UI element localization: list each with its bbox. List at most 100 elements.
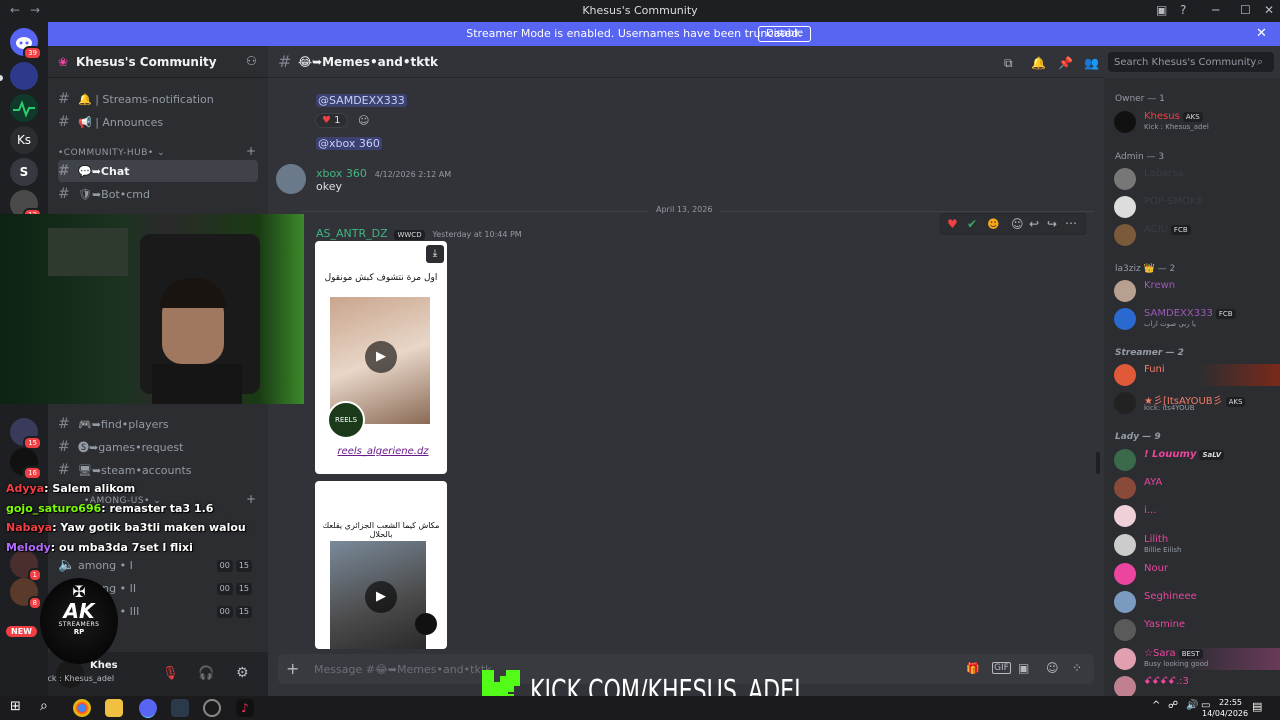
laugh-icon[interactable]: ☻ [987, 217, 1000, 231]
threads-icon[interactable]: ⧉ [1004, 56, 1013, 71]
new-badge[interactable]: NEW [6, 626, 37, 637]
server-icon[interactable]: 8 [10, 578, 42, 610]
member-item[interactable]: ꗃꗃꗃꗃ.:3 [1114, 676, 1280, 696]
headset-icon[interactable]: 🎧 [198, 666, 214, 681]
add-reaction-icon[interactable]: ☺ [1011, 217, 1024, 231]
member-status: Billie Eilish [1144, 546, 1182, 554]
member-item[interactable]: SAMDEXX333 FCB يا ربي صوت اراب [1114, 308, 1280, 330]
forward-icon[interactable]: ↪ [1047, 217, 1057, 231]
member-item[interactable]: ACIU FCB [1114, 224, 1280, 246]
channel-announces[interactable]: # 📢 | Announces [58, 111, 258, 133]
volume-icon[interactable]: 🔊 [1186, 700, 1198, 711]
scrollbar-thumb[interactable] [1096, 452, 1100, 474]
reaction-heart[interactable]: ♥ 1 [315, 113, 348, 128]
member-item[interactable]: ! Louumy SaLV [1114, 449, 1280, 471]
help-icon[interactable]: ? [1180, 3, 1186, 17]
file-explorer-icon[interactable] [105, 699, 123, 717]
mention[interactable]: @SAMDEXX333 [316, 93, 407, 107]
gift-icon[interactable]: 🎁 [966, 662, 980, 675]
member-item[interactable]: POP-SMOKE [1114, 196, 1280, 218]
search-input[interactable] [1108, 52, 1274, 72]
reply-icon[interactable]: ↩ [1029, 217, 1039, 231]
bell-icon[interactable]: 🔔 [1031, 56, 1046, 70]
category-community-hub[interactable]: •COMMUNITY-HUB• ⌄ [58, 148, 165, 158]
member-item[interactable]: Khesus AKS Kick : Khesus_adel [1114, 111, 1280, 133]
server-icon[interactable] [10, 62, 38, 90]
member-item[interactable]: Seghineee [1114, 591, 1280, 613]
member-name: ! Louumy [1144, 449, 1197, 460]
member-status: Busy looking good [1144, 660, 1209, 668]
channel-bot-cmd[interactable]: # 🛡➥Bot•cmd [58, 183, 258, 205]
channel-steam-accounts[interactable]: # 🖥➥steam•accounts [58, 459, 258, 481]
gif-icon[interactable]: GIF [992, 662, 1011, 674]
search-icon[interactable]: ⌕ [40, 698, 48, 714]
tray-chevron-icon[interactable]: ^ [1152, 700, 1160, 711]
server-icon[interactable]: 15 [10, 418, 42, 450]
member-item[interactable]: AYA [1114, 477, 1280, 499]
video-attachment[interactable]: مكاش كيما الشعب الجزائري يقلعك بالحلال ▶ [315, 481, 447, 649]
member-item[interactable]: Funi [1114, 364, 1280, 386]
timestamp: Yesterday at 10:44 PM [432, 230, 522, 239]
server-icon[interactable] [10, 94, 38, 122]
voice-among-1[interactable]: 🔈 among • I 00 15 [58, 554, 258, 576]
server-header[interactable]: ❀ Khesus's Community ⌄ ⚇ [48, 46, 268, 78]
server-s-icon[interactable]: S [10, 158, 38, 186]
obs-icon[interactable] [203, 699, 221, 717]
members-icon[interactable]: 👥 [1084, 56, 1099, 70]
add-member-icon[interactable]: ⚇ [246, 54, 257, 68]
clock[interactable]: 22:55 14/04/2026 [1202, 697, 1248, 719]
avatar[interactable] [276, 164, 306, 194]
channel-find-players[interactable]: # 🎮➥find•players [58, 413, 258, 435]
mention[interactable]: @xbox 360 [316, 136, 382, 150]
disable-button[interactable]: Disable [758, 26, 812, 42]
server-ks[interactable]: Ks [10, 126, 38, 154]
member-item[interactable]: Yasmine [1114, 619, 1280, 641]
member-item[interactable]: Nour [1114, 563, 1280, 585]
play-icon[interactable]: ▶ [365, 341, 397, 373]
overlay-chat-message: Melody: ou mba3da 7set l flixi [6, 541, 193, 554]
server-icon[interactable]: 1 [10, 550, 42, 582]
download-icon[interactable]: ⤓ [426, 245, 444, 263]
sticker-icon[interactable]: ▣ [1018, 661, 1029, 675]
author-name[interactable]: xbox 360 [316, 167, 367, 180]
member-item[interactable]: Lilith Billie Eilish [1114, 534, 1280, 556]
heart-icon[interactable]: ♥ [947, 217, 958, 231]
emoji-icon[interactable]: ☺ [1046, 661, 1059, 675]
add-attachment-icon[interactable]: + [286, 659, 299, 678]
member-item[interactable]: ★彡[ItsAYOUB彡 AKS kick: its4YOUB [1114, 392, 1280, 414]
channel-streams-notification[interactable]: # 🔔 | Streams-notification [58, 88, 258, 110]
video-attachment[interactable]: ⤓ اول مرة نتشوف كبش مونقول ▶ REELS reels… [315, 241, 447, 474]
mic-muted-icon[interactable]: 🎙 [162, 666, 179, 681]
network-icon[interactable]: ☍ [1168, 700, 1178, 711]
check-icon[interactable]: ✔ [967, 217, 977, 231]
member-item[interactable]: Krewn [1114, 280, 1280, 302]
member-item[interactable]: i... [1114, 505, 1280, 527]
close-window-icon[interactable]: ✕ [1264, 3, 1274, 17]
tiktok-icon[interactable]: ♪ [236, 699, 254, 717]
home-icon[interactable]: 39 [10, 28, 42, 60]
apps-icon[interactable]: ⁘ [1072, 661, 1082, 675]
add-channel-icon[interactable]: + [246, 144, 256, 158]
channel-games-request[interactable]: # 🅢➥games•request [58, 436, 258, 458]
chrome-icon[interactable] [73, 699, 91, 717]
inbox-icon[interactable]: ▣ [1156, 3, 1167, 17]
author-name[interactable]: AS_ANTR_DZ [316, 227, 388, 240]
pin-icon[interactable]: 📌 [1058, 56, 1073, 70]
server-icon[interactable]: 16 [10, 448, 42, 480]
member-item[interactable]: Labarsa [1114, 168, 1280, 190]
minimize-icon[interactable]: ─ [1212, 3, 1219, 17]
gear-icon[interactable]: ⚙ [236, 665, 249, 681]
windows-start-icon[interactable]: ⊞ [10, 699, 21, 714]
discord-icon[interactable] [139, 699, 157, 717]
channel-chat[interactable]: # 💬➥Chat [58, 160, 258, 182]
add-channel-icon[interactable]: + [246, 492, 256, 506]
member-item[interactable]: ☆Sara BEST Busy looking good [1114, 648, 1280, 670]
app-icon[interactable] [171, 699, 189, 717]
maximize-icon[interactable]: ☐ [1240, 3, 1251, 17]
avatar [1114, 111, 1136, 133]
close-banner-icon[interactable]: ✕ [1256, 26, 1267, 41]
play-icon[interactable]: ▶ [365, 581, 397, 613]
add-reaction-icon[interactable]: ☺ [358, 114, 369, 127]
notifications-icon[interactable]: ▤ [1252, 700, 1262, 713]
more-icon[interactable]: ⋯ [1065, 216, 1077, 230]
